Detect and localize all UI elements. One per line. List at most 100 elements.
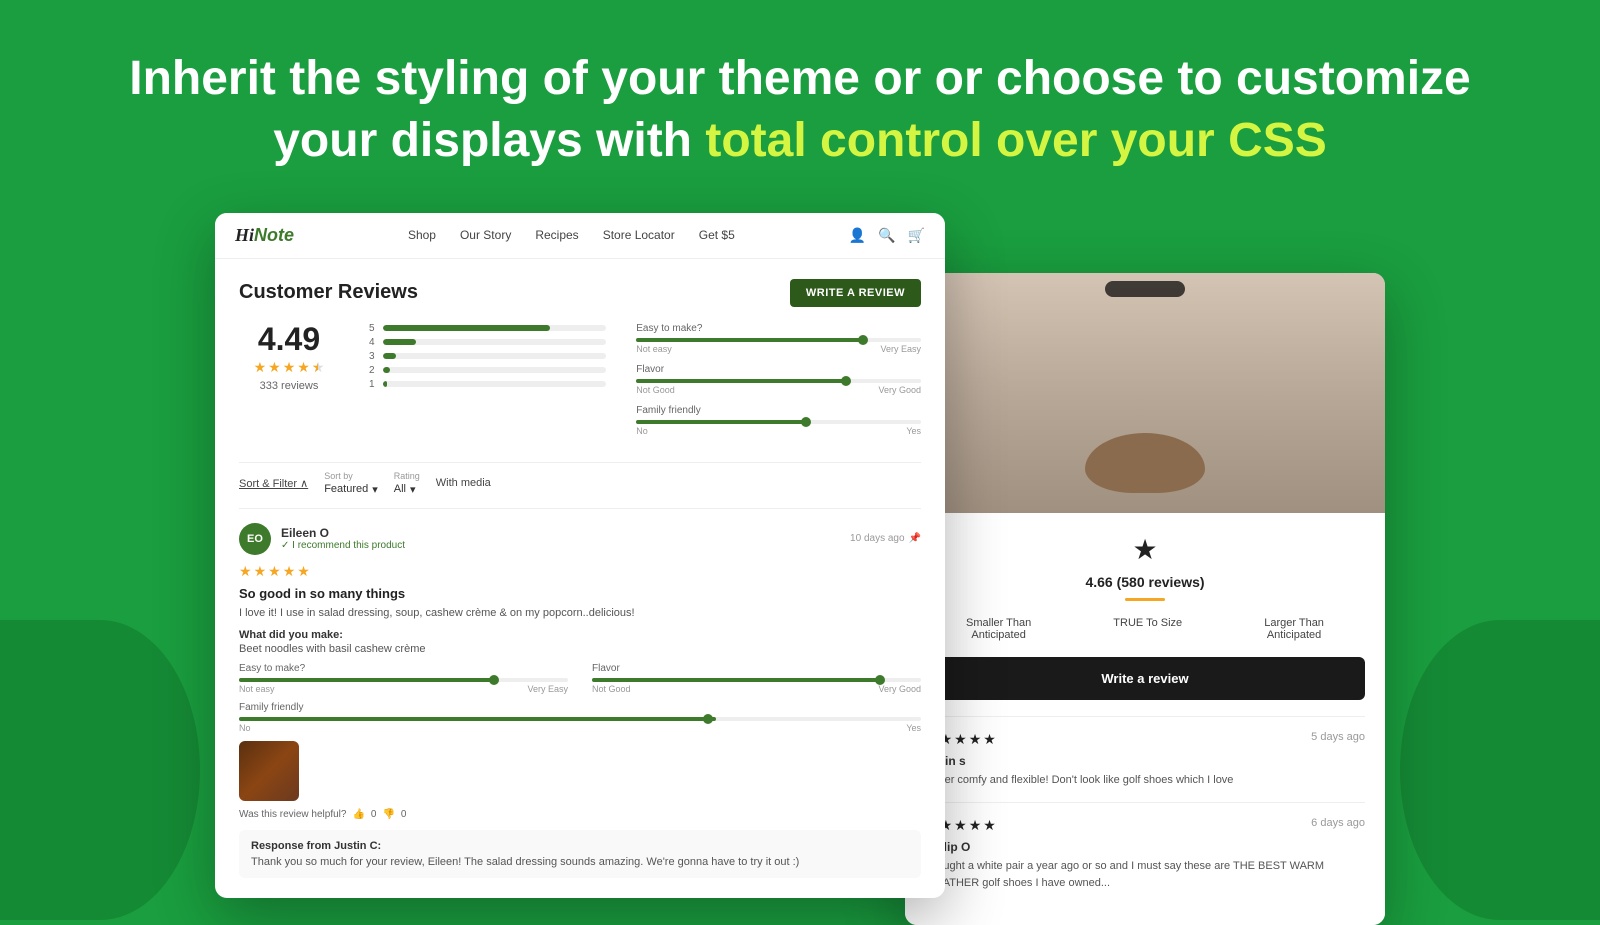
shoe-write-review-button[interactable]: Write a review — [925, 657, 1365, 700]
review-date: 10 days ago 📌 — [850, 533, 921, 544]
review-easy-labels: Not easy Very Easy — [239, 684, 568, 694]
bar-fill-3 — [383, 353, 396, 359]
attributes-section: Easy to make? Not easy Very Easy Flavor — [636, 323, 921, 446]
attr-easy-fill — [636, 338, 864, 342]
attr-family-label: Family friendly — [636, 405, 921, 416]
attr-flavor-label: Flavor — [636, 364, 921, 375]
bar-row-1: 1 — [369, 379, 606, 390]
search-icon[interactable]: 🔍 — [878, 227, 895, 244]
review-image — [239, 741, 299, 801]
helpful-text: Was this review helpful? — [239, 809, 346, 820]
shoe-review-1-text: Super comfy and flexible! Don't look lik… — [925, 772, 1365, 789]
pin-icon: 📌 — [909, 533, 921, 544]
s1-star5: ★ — [983, 731, 996, 748]
attr-flavor-track — [636, 379, 921, 383]
reviews-content: Customer Reviews WRITE A REVIEW 4.49 ★ ★… — [215, 259, 945, 899]
nav-get5[interactable]: Get $5 — [699, 228, 735, 242]
nav-recipes[interactable]: Recipes — [535, 228, 578, 242]
review-easy-left: Not easy — [239, 684, 275, 694]
review-card: EO Eileen O ✓ I recommend this product 1… — [239, 508, 921, 879]
s2-star3: ★ — [954, 817, 967, 834]
nav-bar: HiNote Shop Our Story Recipes Store Loca… — [215, 213, 945, 259]
nav-shop[interactable]: Shop — [408, 228, 436, 242]
review-stars: ★ ★ ★ ★ ★ — [239, 563, 921, 580]
shoe-review-1: ★ ★ ★ ★ ★ 5 days ago kevin s Super comfy… — [925, 731, 1365, 789]
sort-label: Sort by — [324, 471, 378, 481]
shoe-review-1-date: 5 days ago — [1311, 731, 1365, 743]
review-attr-easy: Easy to make? Not easy Very Easy — [239, 663, 568, 694]
bar-track-4 — [383, 339, 606, 345]
attr-flavor-fill — [636, 379, 847, 383]
r-star-1: ★ — [239, 563, 252, 580]
r-star-3: ★ — [268, 563, 281, 580]
nav-store-locator[interactable]: Store Locator — [603, 228, 675, 242]
shoe-review-1-header: ★ ★ ★ ★ ★ 5 days ago — [925, 731, 1365, 748]
attr-flavor: Flavor Not Good Very Good — [636, 364, 921, 395]
review-family-track — [239, 717, 921, 721]
thumbs-up-icon[interactable]: 👍 — [352, 809, 364, 820]
review-image-inner — [239, 741, 299, 801]
shoe-panel: ★ 4.66 (580 reviews) Smaller ThanAnticip… — [905, 513, 1385, 925]
r-star-5: ★ — [297, 563, 310, 580]
response-box: Response from Justin C: Thank you so muc… — [239, 830, 921, 878]
shoe-review-2-date: 6 days ago — [1311, 817, 1365, 829]
rating-group: Rating All ▾ — [394, 471, 420, 496]
headline-part1: Inherit the styling of your theme — [129, 52, 860, 105]
review-flavor-right: Very Good — [878, 684, 921, 694]
thumbs-down-icon[interactable]: 👎 — [382, 809, 394, 820]
rating-stars: ★ ★ ★ ★ ★★ — [239, 359, 339, 376]
nav-links: Shop Our Story Recipes Store Locator Get… — [408, 228, 735, 242]
review-easy-fill — [239, 678, 496, 682]
review-flavor-label: Flavor — [592, 663, 921, 674]
rating-number: 4.49 — [239, 323, 339, 355]
account-icon[interactable]: 👤 — [849, 227, 866, 244]
bar-label-3: 3 — [369, 351, 377, 362]
review-attr-family: Family friendly No Yes — [239, 702, 921, 733]
star-5: ★★ — [312, 359, 325, 376]
headline-highlight: total control over your CSS — [705, 114, 1326, 167]
s2-star5: ★ — [983, 817, 996, 834]
phone-notch — [1105, 281, 1185, 297]
review-body: I love it! I use in salad dressing, soup… — [239, 605, 921, 622]
s2-star4: ★ — [969, 817, 982, 834]
attr-easy-right: Very Easy — [880, 344, 921, 354]
headline-connector: or — [873, 52, 934, 105]
with-media-filter[interactable]: With media — [436, 477, 491, 489]
attr-flavor-labels: Not Good Very Good — [636, 385, 921, 395]
write-review-button[interactable]: WRITE A REVIEW — [790, 279, 921, 307]
rating-select[interactable]: All ▾ — [394, 483, 420, 496]
cart-icon[interactable]: 🛒 — [908, 227, 925, 244]
attr-easy-labels: Not easy Very Easy — [636, 344, 921, 354]
reviews-title: Customer Reviews — [239, 281, 418, 304]
sort-select[interactable]: Featured ▾ — [324, 483, 378, 496]
shoe-shape — [1085, 433, 1205, 493]
review-flavor-track — [592, 678, 921, 682]
review-family-left: No — [239, 723, 251, 733]
sort-filter-link[interactable]: Sort & Filter ∧ — [239, 477, 308, 490]
headline: Inherit the styling of your theme or or … — [100, 48, 1500, 173]
bar-fill-5 — [383, 325, 550, 331]
shoe-review-2: ★ ★ ★ ★ ★ 6 days ago Philip O I bought a… — [925, 817, 1365, 891]
r-star-4: ★ — [283, 563, 296, 580]
reviewer-info: Eileen O ✓ I recommend this product — [281, 526, 405, 551]
shoe-rating-text: 4.66 (580 reviews) — [925, 574, 1365, 590]
bar-row-3: 3 — [369, 351, 606, 362]
review-flavor-fill — [592, 678, 882, 682]
helpful-row: Was this review helpful? 👍 0 👎 0 — [239, 809, 921, 820]
overall-rating: 4.49 ★ ★ ★ ★ ★★ 333 reviews — [239, 323, 339, 446]
size-labels: Smaller ThanAnticipated TRUE To Size Lar… — [925, 617, 1365, 641]
size-label-smaller: Smaller ThanAnticipated — [966, 617, 1031, 641]
bar-row-5: 5 — [369, 323, 606, 334]
s1-star3: ★ — [954, 731, 967, 748]
nav-our-story[interactable]: Our Story — [460, 228, 511, 242]
star-2: ★ — [268, 359, 281, 376]
left-screenshot: HiNote Shop Our Story Recipes Store Loca… — [215, 213, 945, 899]
review-easy-right: Very Easy — [527, 684, 568, 694]
attr-family-right: Yes — [906, 426, 921, 436]
attr-flavor-dot — [841, 376, 851, 386]
attr-easy-track — [636, 338, 921, 342]
shoe-review-divider — [925, 716, 1365, 717]
rating-chevron-icon: ▾ — [410, 483, 416, 496]
bar-fill-1 — [383, 381, 387, 387]
review-family-fill — [239, 717, 716, 721]
